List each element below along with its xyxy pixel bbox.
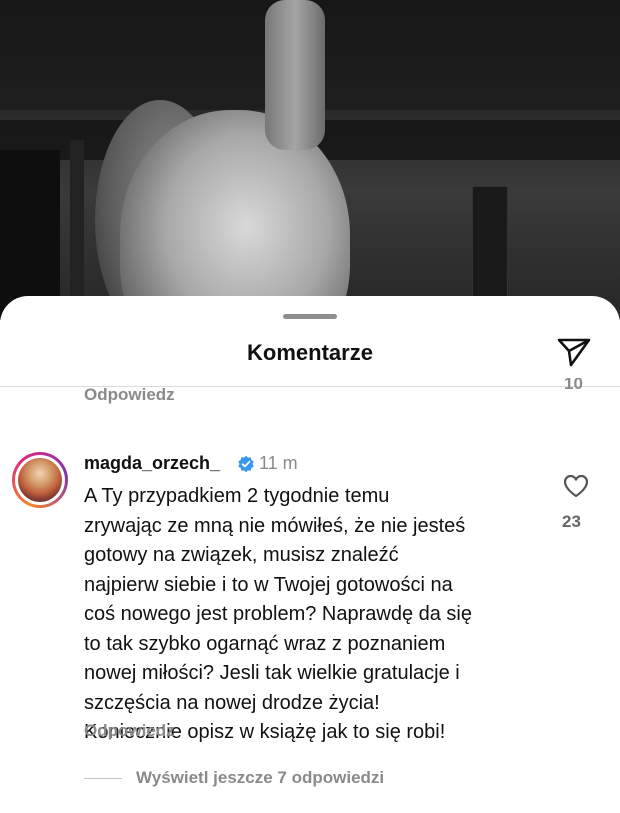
comment-username[interactable]: magda_orzech_ [84,453,220,474]
heart-icon[interactable] [563,474,589,498]
comment-text: A Ty przypadkiem 2 tygodnie temu zrywają… [84,482,524,748]
comment-line: nowej miłości? Jesli tak wielkie gratula… [84,662,460,684]
reply-button[interactable]: Odpowiedz [84,385,175,405]
comment-line: gotowy na związek, musisz znaleźć [84,544,399,566]
sheet-grabber[interactable] [283,314,337,319]
comment-line: szczęścia na nowej drodze życia! [84,691,380,714]
avatar[interactable] [12,452,68,508]
reply-button[interactable]: Odpowiedz [84,721,175,741]
comment-line: A Ty przypadkiem 2 tygodnie temu [84,485,390,507]
comment-line: coś nowego jest problem? Naprawdę da się [84,603,472,625]
verified-badge-icon [238,455,254,473]
view-more-replies-button[interactable]: Wyświetl jeszcze 7 odpowiedzi [136,768,384,788]
send-icon[interactable] [556,336,592,368]
avatar-photo [18,458,62,502]
comment-line: najpierw siebie i to w Twojej gotowości … [84,573,453,596]
sheet-title: Komentarze [247,340,373,365]
post-photo-background [0,0,620,320]
like-count: 10 [564,378,583,390]
comment-like-count: 23 [562,512,581,531]
comment-line: zrywając ze mną nie mówiłeś, że nie jest… [84,514,466,537]
comment-timestamp: 11 m [259,453,298,473]
replies-divider-line [84,778,122,779]
comment-line: to tak szybko ogarnąć wraz z poznaniem [84,632,446,655]
